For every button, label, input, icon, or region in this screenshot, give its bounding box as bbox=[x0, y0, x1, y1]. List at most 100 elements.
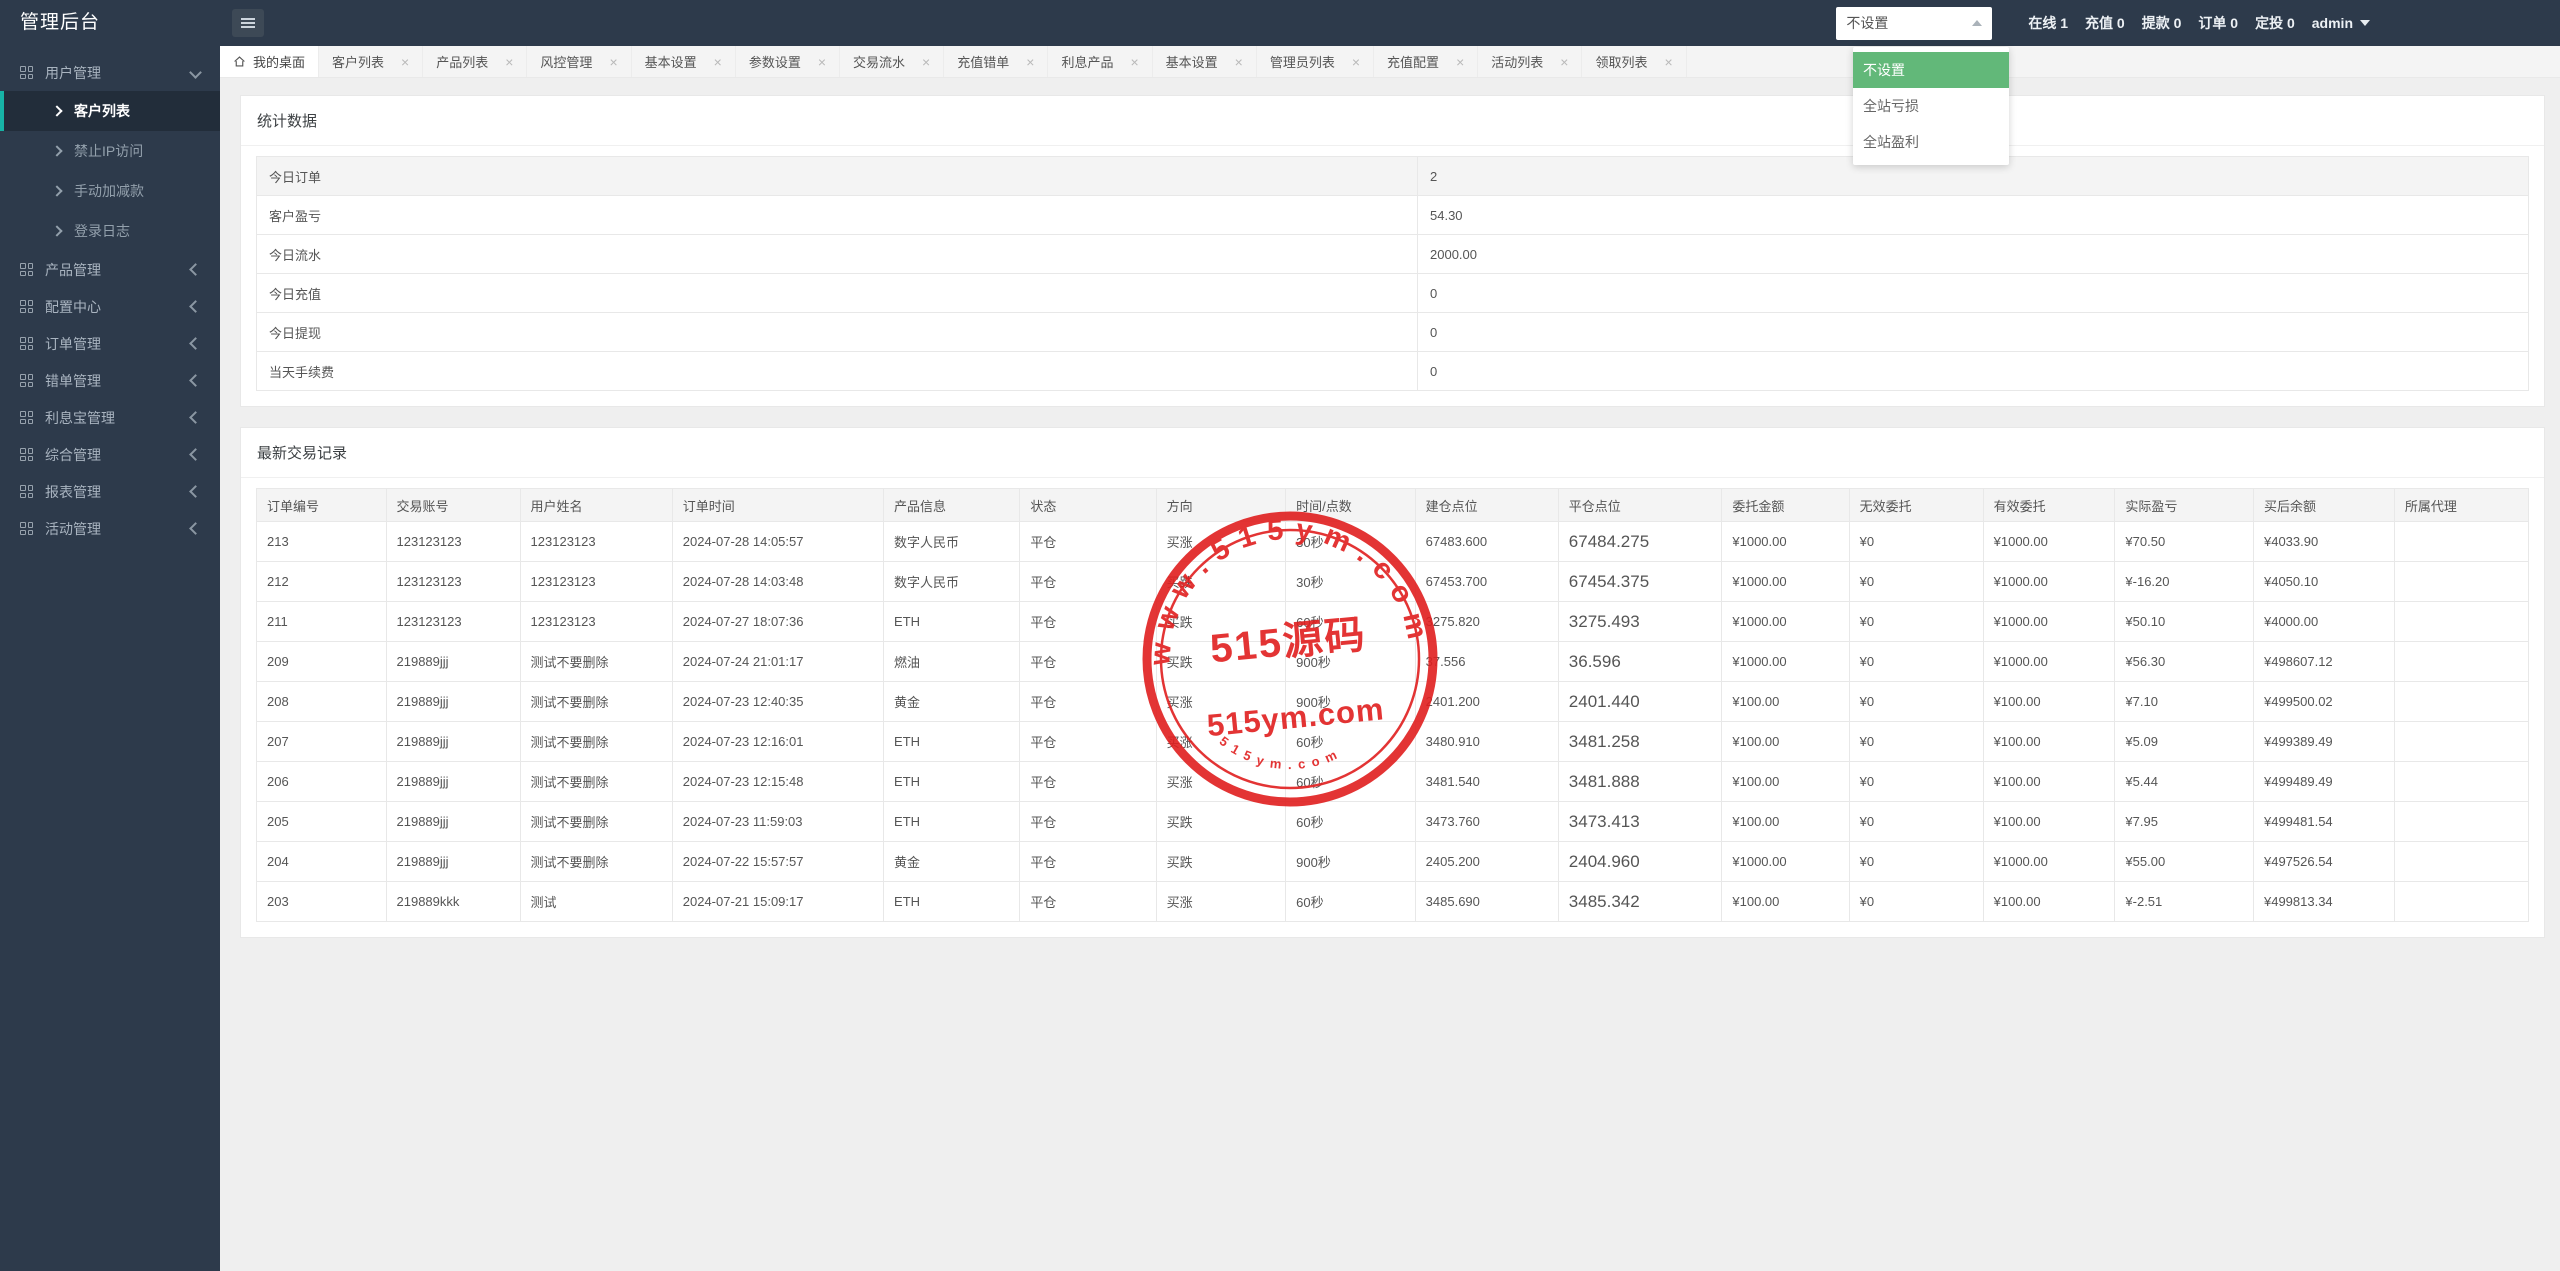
column-header: 买后余额 bbox=[2253, 489, 2394, 522]
trade-cell-time: 2024-07-23 12:15:48 bbox=[672, 762, 883, 802]
sidebar-item[interactable]: 综合管理 bbox=[0, 436, 220, 473]
tab-item[interactable]: 充值错单× bbox=[944, 46, 1048, 77]
tab-label: 客户列表 bbox=[332, 52, 384, 71]
admin-menu[interactable]: admin bbox=[2312, 15, 2370, 31]
trade-cell-profit: ¥5.09 bbox=[2115, 722, 2254, 762]
tab-item[interactable]: 交易流水× bbox=[840, 46, 944, 77]
trade-cell-invalid: ¥0 bbox=[1849, 562, 1983, 602]
tab-close-icon[interactable]: × bbox=[1130, 55, 1138, 69]
topnav-item[interactable]: 提款 0 bbox=[2142, 13, 2182, 33]
tab-close-icon[interactable]: × bbox=[1235, 55, 1243, 69]
tab-close-icon[interactable]: × bbox=[1352, 55, 1360, 69]
topnav-item[interactable]: 定投 0 bbox=[2255, 13, 2295, 33]
tab-close-icon[interactable]: × bbox=[609, 55, 617, 69]
tab-close-icon[interactable]: × bbox=[1026, 55, 1034, 69]
trade-cell-time: 2024-07-24 21:01:17 bbox=[672, 642, 883, 682]
trade-cell-time: 2024-07-23 12:16:01 bbox=[672, 722, 883, 762]
sidebar-subitem[interactable]: 禁止IP访问 bbox=[0, 131, 220, 171]
trade-cell-period: 30秒 bbox=[1286, 522, 1416, 562]
dropdown-option[interactable]: 全站盈利 bbox=[1853, 124, 2009, 160]
tab-item[interactable]: 充值配置× bbox=[1374, 46, 1478, 77]
sidebar-item-label: 综合管理 bbox=[45, 445, 191, 465]
sidebar-subitem[interactable]: 手动加减款 bbox=[0, 171, 220, 211]
trade-cell-agent bbox=[2394, 682, 2528, 722]
dropdown-option[interactable]: 全站亏损 bbox=[1853, 88, 2009, 124]
grid-icon bbox=[20, 485, 33, 498]
trade-cell-close: 3481.888 bbox=[1558, 762, 1722, 802]
trade-cell-status: 平仓 bbox=[1020, 722, 1156, 762]
chevron-left-icon bbox=[189, 374, 202, 387]
chevron-left-icon bbox=[189, 300, 202, 313]
trade-cell-account: 123123123 bbox=[386, 562, 520, 602]
grid-icon bbox=[20, 522, 33, 535]
stat-label: 客户盈亏 bbox=[257, 196, 1418, 235]
tab-close-icon[interactable]: × bbox=[1456, 55, 1464, 69]
sidebar-item[interactable]: 报表管理 bbox=[0, 473, 220, 510]
sidebar-subitem[interactable]: 登录日志 bbox=[0, 211, 220, 251]
tab-close-icon[interactable]: × bbox=[818, 55, 826, 69]
trade-cell-direction: 买跌 bbox=[1156, 642, 1286, 682]
column-header: 订单时间 bbox=[672, 489, 883, 522]
trade-cell-id: 204 bbox=[257, 842, 387, 882]
grid-icon bbox=[20, 263, 33, 276]
trade-cell-status: 平仓 bbox=[1020, 802, 1156, 842]
sidebar-item[interactable]: 错单管理 bbox=[0, 362, 220, 399]
sidebar: 管理后台 用户管理客户列表禁止IP访问手动加减款登录日志产品管理配置中心订单管理… bbox=[0, 0, 220, 1271]
grid-icon bbox=[20, 66, 33, 79]
trades-table: 订单编号交易账号用户姓名订单时间产品信息状态方向时间/点数建仓点位平仓点位委托金… bbox=[256, 488, 2529, 922]
tab-desktop[interactable]: 我的桌面 bbox=[220, 46, 319, 77]
trade-cell-valid: ¥100.00 bbox=[1983, 802, 2115, 842]
trade-cell-valid: ¥100.00 bbox=[1983, 722, 2115, 762]
profit-mode-select[interactable]: 不设置 bbox=[1836, 7, 1992, 40]
sidebar-item[interactable]: 用户管理 bbox=[0, 54, 220, 91]
chevron-up-icon bbox=[1972, 20, 1982, 26]
sidebar-subitem[interactable]: 客户列表 bbox=[0, 91, 220, 131]
tab-close-icon[interactable]: × bbox=[922, 55, 930, 69]
trade-cell-product: 黄金 bbox=[884, 682, 1020, 722]
stats-row: 客户盈亏54.30 bbox=[257, 196, 2529, 235]
trade-cell-product: 黄金 bbox=[884, 842, 1020, 882]
sidebar-item[interactable]: 利息宝管理 bbox=[0, 399, 220, 436]
tab-close-icon[interactable]: × bbox=[505, 55, 513, 69]
tab-item[interactable]: 利息产品× bbox=[1048, 46, 1152, 77]
tab-item[interactable]: 领取列表× bbox=[1582, 46, 1686, 77]
topnav-item[interactable]: 充值 0 bbox=[2085, 13, 2125, 33]
tab-item[interactable]: 基本设置× bbox=[1153, 46, 1257, 77]
tab-item[interactable]: 基本设置× bbox=[632, 46, 736, 77]
trade-cell-period: 60秒 bbox=[1286, 802, 1416, 842]
trade-cell-product: ETH bbox=[884, 882, 1020, 922]
sidebar-item[interactable]: 订单管理 bbox=[0, 325, 220, 362]
tab-close-icon[interactable]: × bbox=[401, 55, 409, 69]
sidebar-item[interactable]: 产品管理 bbox=[0, 251, 220, 288]
sidebar-item[interactable]: 配置中心 bbox=[0, 288, 220, 325]
trade-cell-account: 123123123 bbox=[386, 522, 520, 562]
topnav-item[interactable]: 订单 0 bbox=[2198, 13, 2238, 33]
sidebar-menu: 用户管理客户列表禁止IP访问手动加减款登录日志产品管理配置中心订单管理错单管理利… bbox=[0, 46, 220, 547]
tab-close-icon[interactable]: × bbox=[714, 55, 722, 69]
trades-panel: 最新交易记录 订单编号交易账号用户姓名订单时间产品信息状态方向时间/点数建仓点位… bbox=[240, 427, 2545, 938]
dropdown-option[interactable]: 不设置 bbox=[1853, 52, 2009, 88]
trade-cell-product: ETH bbox=[884, 802, 1020, 842]
sidebar-item-label: 错单管理 bbox=[45, 371, 191, 391]
trade-cell-invalid: ¥0 bbox=[1849, 642, 1983, 682]
grid-icon bbox=[20, 337, 33, 350]
grid-icon bbox=[20, 411, 33, 424]
tab-item[interactable]: 风控管理 × bbox=[527, 46, 631, 77]
trade-cell-id: 203 bbox=[257, 882, 387, 922]
tab-label: 风控管理 bbox=[540, 52, 592, 71]
sidebar-toggle-button[interactable] bbox=[232, 9, 264, 37]
topnav-item[interactable]: 在线 1 bbox=[2028, 13, 2068, 33]
tab-item[interactable]: 产品列表× bbox=[423, 46, 527, 77]
tab-item[interactable]: 客户列表 × bbox=[319, 46, 423, 77]
tab-close-icon[interactable]: × bbox=[1560, 55, 1568, 69]
trade-cell-amount: ¥1000.00 bbox=[1722, 562, 1849, 602]
trade-cell-valid: ¥1000.00 bbox=[1983, 522, 2115, 562]
tab-close-icon[interactable]: × bbox=[1664, 55, 1672, 69]
trade-cell-status: 平仓 bbox=[1020, 642, 1156, 682]
tab-item[interactable]: 管理员列表× bbox=[1257, 46, 1374, 77]
tab-item[interactable]: 参数设置× bbox=[736, 46, 840, 77]
tab-item[interactable]: 活动列表× bbox=[1478, 46, 1582, 77]
chevron-left-icon bbox=[189, 522, 202, 535]
trade-cell-profit: ¥-16.20 bbox=[2115, 562, 2254, 602]
sidebar-item[interactable]: 活动管理 bbox=[0, 510, 220, 547]
